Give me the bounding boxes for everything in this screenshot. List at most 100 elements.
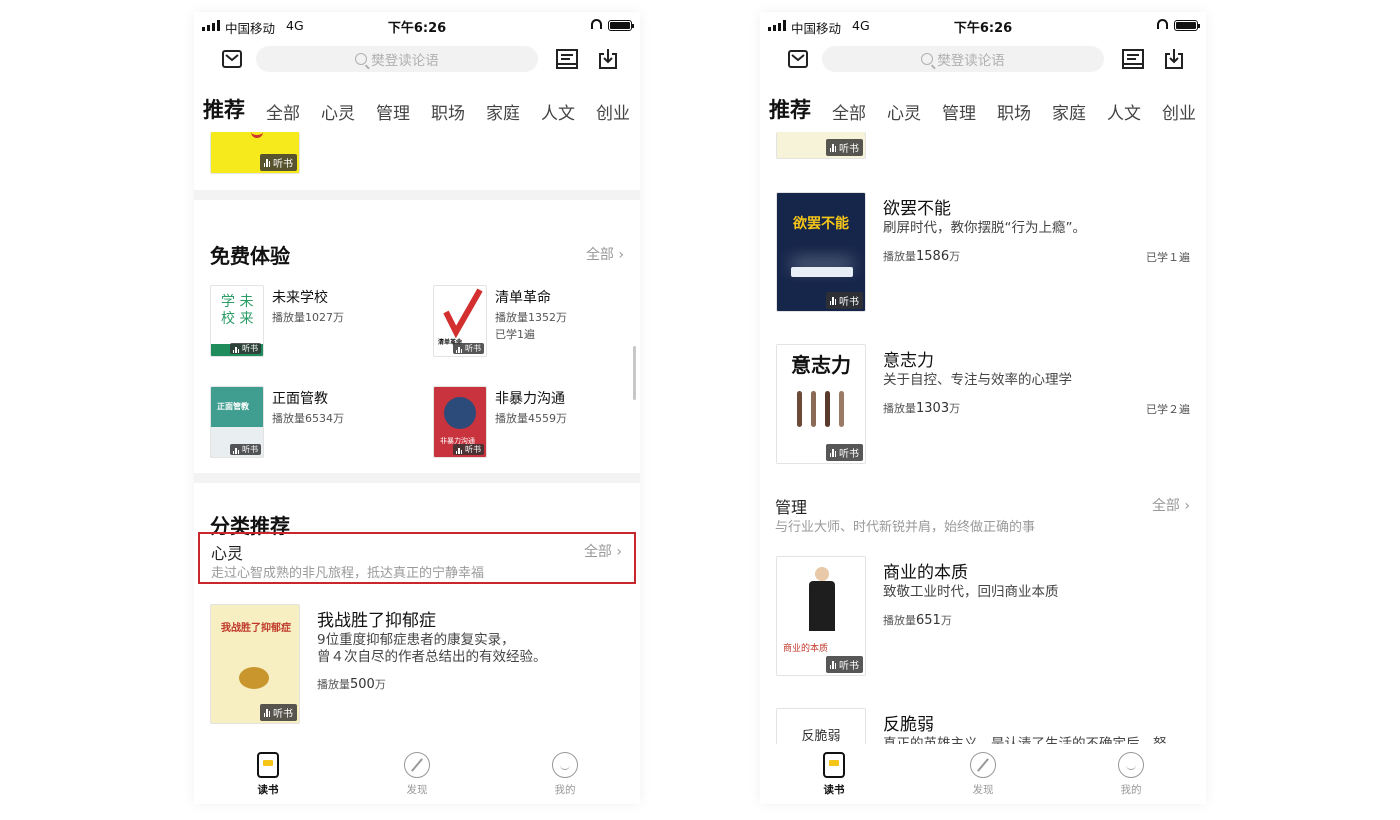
tab-mind[interactable]: 心灵 [887,99,921,124]
tab-startup[interactable]: 创业 [1162,99,1196,124]
free-book-item[interactable]: 非暴力沟通 听书 非暴力沟通 播放量4559万 [433,386,640,460]
free-all-link[interactable]: 全部 › [586,244,624,264]
section-divider [194,473,640,483]
battery-icon [608,20,634,31]
book-cover: 欲罢不能 听书 [776,192,866,312]
clock: 下午6:26 [387,21,447,36]
book-cover[interactable]: 听书 [776,132,866,159]
search-input[interactable]: 樊登读论语 [256,46,538,72]
category-description: 走过心智成熟的非凡旅程，抵达真正的宁静幸福 [211,566,485,581]
tab-management[interactable]: 管理 [942,99,976,124]
tab-startup[interactable]: 创业 [596,99,630,124]
free-book-item[interactable]: 学 未 校 来 听书 未来学校 播放量1027万 [210,285,420,359]
bottom-tab-bar: 读书 发现 我的 [760,746,1206,804]
listen-badge: 听书 [229,444,261,455]
tab-recommend[interactable]: 推荐 [769,94,811,134]
scrollbar[interactable] [633,346,636,400]
download-icon[interactable] [1164,48,1184,70]
book-cover: 非暴力沟通 听书 [433,386,487,458]
tab-management[interactable]: 管理 [376,99,410,124]
book-cover: 我战胜了抑郁症 听书 [210,604,300,724]
listen-badge: 听书 [259,154,297,171]
status-bar: 中国移动 4G 下午6:26 [194,12,640,40]
tab-discover[interactable]: 发现 [387,752,447,797]
play-count: 播放量1027万 [272,311,344,324]
category-tabs: 推荐 全部 心灵 管理 职场 家庭 人文 创业 [203,94,640,134]
tab-family[interactable]: 家庭 [486,99,520,124]
tab-all[interactable]: 全部 [832,99,866,124]
free-book-item[interactable]: 正面管教 听书 正面管教 播放量6534万 [210,386,420,460]
tab-recommend[interactable]: 推荐 [203,94,245,134]
listen-badge: 听书 [452,444,484,455]
category-all-link[interactable]: 全部 › [1152,495,1190,515]
section-divider [194,190,640,200]
tab-read[interactable]: 读书 [804,752,864,797]
listen-badge: 听书 [452,343,484,354]
message-icon[interactable] [222,50,242,68]
tab-me[interactable]: 我的 [1101,752,1161,797]
category-header-management[interactable]: 管理 与行业大师、时代新锐并肩，始终做正确的事 全部 › [764,488,1202,540]
free-book-item[interactable]: 清单革命 听书 清单革命 播放量1352万 已学1遍 [433,285,640,359]
feed: 听书 免费体验 全部 › 学 未 校 来 听书 未来学校 播放量1027万 清单… [194,132,640,744]
book-row[interactable]: 我战胜了抑郁症 听书 我战胜了抑郁症 9位重度抑郁症患者的康复实录， 曾４次自尽… [194,604,640,724]
play-count: 播放量1352万 [495,311,567,324]
study-count: 已学２遍 [1146,403,1190,416]
book-title: 我战胜了抑郁症 [317,611,436,631]
book-icon [257,752,279,778]
tab-read[interactable]: 读书 [238,752,298,797]
search-input[interactable]: 樊登读论语 [822,46,1104,72]
play-count: 播放量1303万 [883,401,961,416]
play-count: 播放量4559万 [495,412,567,425]
book-description: 9位重度抑郁症患者的康复实录， 曾４次自尽的作者总结出的有效经验。 [317,632,547,665]
play-count: 播放量6534万 [272,412,344,425]
book-title: 商业的本质 [883,563,968,583]
listen-badge: 听书 [825,656,863,673]
category-name: 心灵 [211,544,244,563]
book-cover[interactable]: 听书 [210,132,300,174]
battery-icon [1174,20,1200,31]
play-count: 播放量500万 [317,677,386,692]
headphones-icon [591,19,602,29]
tab-discover[interactable]: 发现 [953,752,1013,797]
feed: 听书 欲罢不能 听书 欲罢不能 刷屏时代，教你摆脱“行为上瘾”。 播放量1586… [760,132,1206,744]
book-row[interactable]: 反脆弱 反脆弱 真正的英雄主义，是认清了生活的不确定后，努 [760,708,1206,744]
search-icon [355,53,368,65]
book-title: 非暴力沟通 [495,391,565,407]
listen-badge: 听书 [825,292,863,309]
tab-humanities[interactable]: 人文 [1107,99,1141,124]
play-count: 播放量651万 [883,613,952,628]
study-count: 已学1遍 [495,328,535,341]
download-icon[interactable] [598,48,618,70]
category-header-mind[interactable]: 心灵 走过心智成熟的非凡旅程，抵达真正的宁静幸福 全部 › [198,532,636,584]
compass-icon [970,752,996,778]
book-icon [823,752,845,778]
tab-me[interactable]: 我的 [535,752,595,797]
book-title: 欲罢不能 [883,199,951,219]
tab-workplace[interactable]: 职场 [997,99,1031,124]
book-row[interactable]: 商业的本质 听书 商业的本质 致敬工业时代，回归商业本质 播放量651万 [760,556,1206,676]
book-cover: 学 未 校 来 听书 [210,285,264,357]
search-placeholder: 樊登读论语 [937,53,1005,69]
tab-humanities[interactable]: 人文 [541,99,575,124]
bookshelf-icon[interactable] [556,49,578,69]
book-row[interactable]: 欲罢不能 听书 欲罢不能 刷屏时代，教你摆脱“行为上瘾”。 播放量1586万 已… [760,192,1206,312]
book-row[interactable]: 意志力 听书 意志力 关于自控、专注与效率的心理学 播放量1303万 已学２遍 [760,344,1206,464]
book-title: 意志力 [883,351,934,371]
book-description: 关于自控、专注与效率的心理学 [883,372,1072,388]
category-description: 与行业大师、时代新锐并肩，始终做正确的事 [775,520,1036,535]
clock: 下午6:26 [953,21,1013,36]
bottom-tab-bar: 读书 发现 我的 [194,746,640,804]
category-all-link[interactable]: 全部 › [584,541,622,561]
book-cover: 正面管教 听书 [210,386,264,458]
search-placeholder: 樊登读论语 [371,53,439,69]
message-icon[interactable] [788,50,808,68]
bookshelf-icon[interactable] [1122,49,1144,69]
compass-icon [404,752,430,778]
headphones-icon [1157,19,1168,29]
tab-family[interactable]: 家庭 [1052,99,1086,124]
top-bar: 樊登读论语 [760,45,1206,75]
tab-mind[interactable]: 心灵 [321,99,355,124]
book-title: 反脆弱 [883,715,934,735]
tab-workplace[interactable]: 职场 [431,99,465,124]
tab-all[interactable]: 全部 [266,99,300,124]
